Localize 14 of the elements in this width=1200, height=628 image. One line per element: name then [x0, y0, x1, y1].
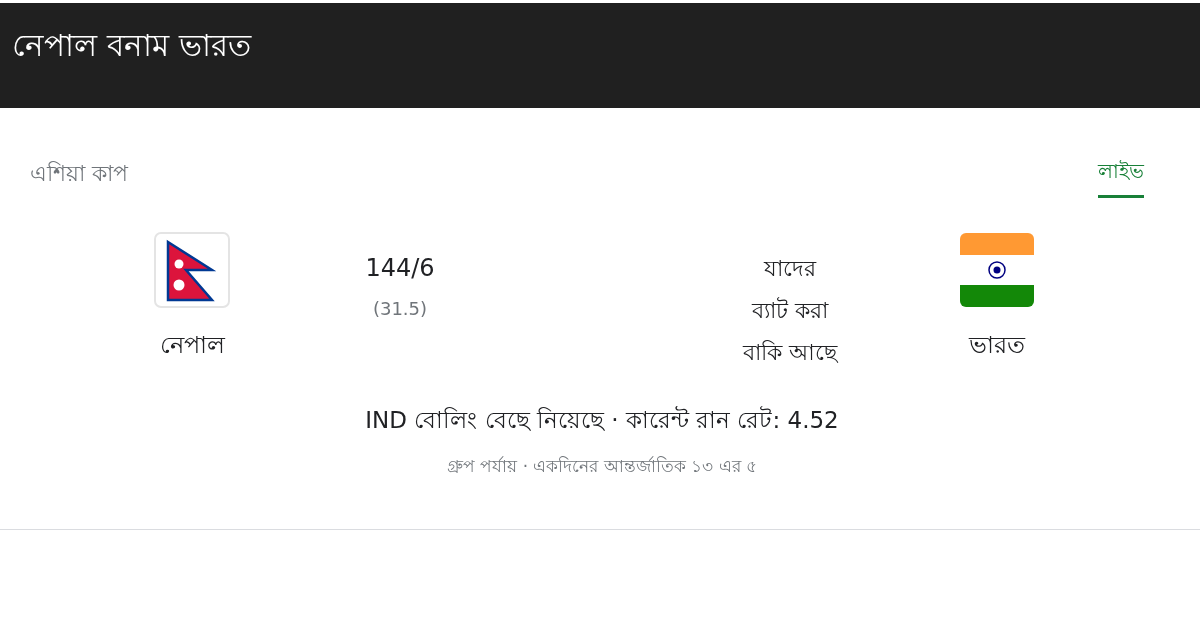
live-tab[interactable]: লাইভ: [1098, 156, 1144, 198]
batting-status: বাকি আছে: [743, 339, 837, 367]
flag-icon: [154, 232, 230, 308]
flag-icon: [959, 232, 1035, 308]
match-details: গ্রুপ পর্যায় · একদিনের আন্তর্জাতিক ১৩ এর ৫: [446, 455, 758, 478]
tournament-name: এশিয়া কাপ: [30, 160, 128, 188]
team-score: 144/6: [365, 254, 435, 282]
match-summary: IND বোলিং বেছে নিয়েছে · কারেন্ট রান রেট: 4.52: [365, 405, 839, 435]
batting-status: ব্যাট করা: [752, 296, 828, 325]
page-title: নেপাল বনাম ভারত: [12, 25, 251, 65]
team-name: নেপাল: [159, 330, 225, 361]
overs-count: (31.5): [372, 298, 428, 319]
team-name: ভারত: [969, 330, 1025, 361]
batting-status: যাদের: [764, 255, 816, 283]
